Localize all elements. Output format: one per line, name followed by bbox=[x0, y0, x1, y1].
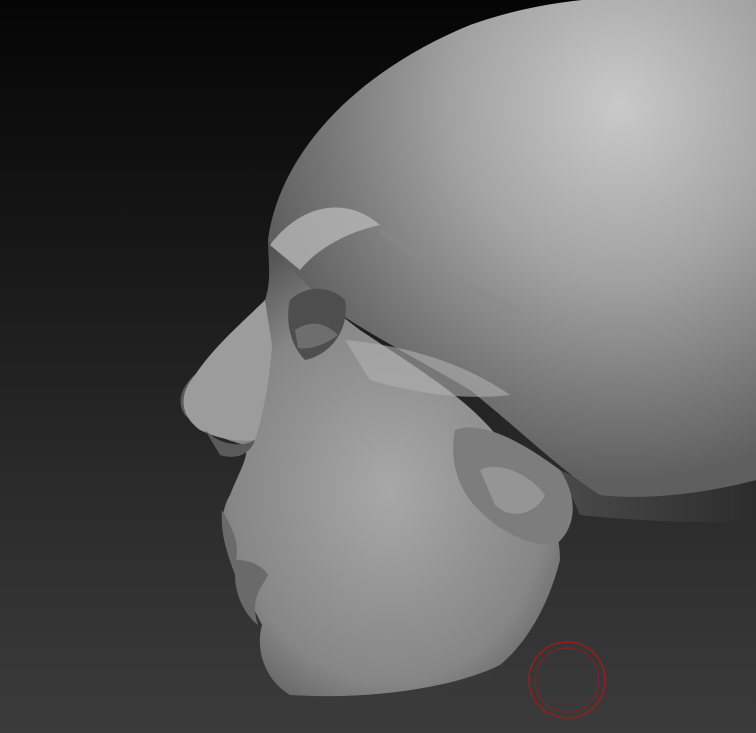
brush-circle-icon[interactable] bbox=[527, 640, 607, 720]
sculpted-head-model[interactable] bbox=[0, 0, 756, 733]
nose bbox=[183, 300, 272, 441]
sculpt-viewport[interactable] bbox=[0, 0, 756, 733]
